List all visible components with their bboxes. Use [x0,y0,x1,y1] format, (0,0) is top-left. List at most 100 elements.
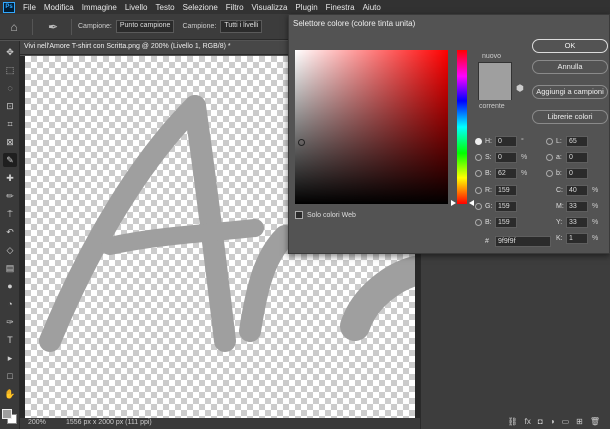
cancel-button[interactable]: Annulla [532,60,608,74]
hue-slider-handle-right[interactable] [469,200,474,206]
saturation-brightness-field[interactable] [295,50,448,204]
brightness-radio[interactable] [475,170,482,177]
out-of-gamut-cube-icon[interactable]: ⬢ [516,83,524,94]
ok-button[interactable]: OK [532,39,608,53]
blur-tool-icon[interactable]: ● [3,279,17,293]
green-radio[interactable] [475,203,482,210]
menu-plugin[interactable]: Plugin [291,3,321,12]
brightness-unit: % [521,170,528,177]
lab-a-radio[interactable] [546,154,553,161]
eyedropper-tool-icon[interactable]: ✒ [45,19,61,35]
red-radio[interactable] [475,187,482,194]
menu-aiuto[interactable]: Aiuto [359,3,385,12]
lab-l-radio[interactable] [546,138,553,145]
sample-size-select[interactable]: Punto campione [115,20,175,33]
sample-layers-select[interactable]: Tutti i livelli [220,20,263,33]
blue-radio[interactable] [475,219,482,226]
menu-visualizza[interactable]: Visualizza [248,3,292,12]
type-tool-icon[interactable]: T [3,333,17,347]
group-icon[interactable]: ▭ [562,417,570,426]
lab-l-input[interactable]: 65 [566,136,588,147]
add-to-swatches-button[interactable]: Aggiungi a campioni [532,85,608,99]
menu-filtro[interactable]: Filtro [222,3,248,12]
yellow-row: Y: 33 % [556,217,598,228]
pen-tool-icon[interactable]: ✑ [3,315,17,329]
layer-mask-icon[interactable]: ◘ [538,417,543,426]
sample-layers-label: Campione: [182,23,217,30]
web-colors-checkbox[interactable] [295,211,303,219]
menu-bar: Ps File Modifica Immagine Livello Testo … [0,0,610,14]
yellow-input[interactable]: 33 [566,217,588,228]
layer-style-icon[interactable]: fx [525,417,531,426]
marquee-tool-icon[interactable]: ⬚ [3,63,17,77]
magenta-input[interactable]: 33 [566,201,588,212]
document-tab-title: Vivi nell'Amore T-shirt con Scritta.png … [24,43,231,50]
eraser-tool-icon[interactable]: ◇ [3,243,17,257]
rectangle-tool-icon[interactable]: □ [3,369,17,383]
zoom-level[interactable]: 200% [28,419,46,426]
status-bar: 200% 1556 px x 2000 px (111 ppi) [20,418,420,429]
current-color-label: corrente [479,103,505,110]
frame-tool-icon[interactable]: ⊠ [3,135,17,149]
web-colors-option[interactable]: Solo colori Web [295,211,356,219]
hue-input[interactable]: 0 [495,136,517,147]
cyan-unit: % [592,187,599,194]
color-libraries-button[interactable]: Librerie colori [532,110,608,124]
path-select-icon[interactable]: ▸ [3,351,17,365]
menu-immagine[interactable]: Immagine [78,3,121,12]
green-input[interactable]: 159 [495,201,517,212]
color-field-cursor[interactable] [298,139,305,146]
new-color-preview [478,62,512,100]
document-tab[interactable]: Vivi nell'Amore T-shirt con Scritta.png … [20,41,290,55]
brightness-input[interactable]: 62 [495,168,517,179]
menu-livello[interactable]: Livello [121,3,152,12]
lab-a-input[interactable]: 0 [566,152,588,163]
brightness-row: B: 62 % [475,168,527,179]
hand-tool-icon[interactable]: ✋ [3,387,17,401]
move-tool-icon[interactable]: ✥ [3,45,17,59]
hue-slider-handle-left[interactable] [451,200,456,206]
hue-slider[interactable] [457,50,467,204]
history-brush-icon[interactable]: ↶ [3,225,17,239]
lab-l-row: L: 65 [546,136,588,147]
black-input[interactable]: 1 [566,233,588,244]
black-row: K: 1 % [556,233,598,244]
brush-tool-icon[interactable]: ✏ [3,189,17,203]
red-input[interactable]: 159 [495,185,517,196]
gradient-tool-icon[interactable]: ▤ [3,261,17,275]
eyedropper-tool-icon[interactable]: ✎ [3,153,17,167]
menu-finestra[interactable]: Finestra [322,3,359,12]
saturation-row: S: 0 % [475,152,527,163]
lab-b-input[interactable]: 0 [566,168,588,179]
red-label: R: [485,187,492,194]
crop-tool-icon[interactable]: ⌗ [3,117,17,131]
magenta-unit: % [592,203,599,210]
hue-radio[interactable] [475,138,482,145]
menu-file[interactable]: File [19,3,40,12]
menu-selezione[interactable]: Selezione [179,3,222,12]
cyan-input[interactable]: 40 [566,185,588,196]
adjustment-layer-icon[interactable]: ◑ [550,417,555,426]
lasso-tool-icon[interactable]: ◌ [3,81,17,95]
hex-input[interactable]: 9f9f9f [495,236,551,247]
link-layers-icon[interactable]: ⛓ [508,417,518,426]
saturation-unit: % [521,154,528,161]
clone-stamp-icon[interactable]: ⍑ [3,207,17,221]
home-icon[interactable]: ⌂ [6,19,22,35]
healing-brush-icon[interactable]: ✚ [3,171,17,185]
lab-b-radio[interactable] [546,170,553,177]
foreground-color-swatch[interactable] [2,409,12,419]
saturation-radio[interactable] [475,154,482,161]
saturation-input[interactable]: 0 [495,152,517,163]
menu-modifica[interactable]: Modifica [40,3,78,12]
brightness-label: B: [485,170,492,177]
blue-input[interactable]: 159 [495,217,517,228]
new-layer-icon[interactable]: ⊞ [576,417,583,426]
document-info: 1556 px x 2000 px (111 ppi) [66,419,152,426]
object-select-tool-icon[interactable]: ⊡ [3,99,17,113]
color-picker-dialog: Selettore colore (colore tinta unita) So… [288,14,610,254]
dodge-tool-icon[interactable]: ◔ [3,297,17,311]
menu-testo[interactable]: Testo [152,3,179,12]
trash-icon[interactable]: 🗑 [590,417,600,426]
tools-panel: ✥ ⬚ ◌ ⊡ ⌗ ⊠ ✎ ✚ ✏ ⍑ ↶ ◇ ▤ ● ◔ ✑ T ▸ □ ✋ … [0,41,20,429]
